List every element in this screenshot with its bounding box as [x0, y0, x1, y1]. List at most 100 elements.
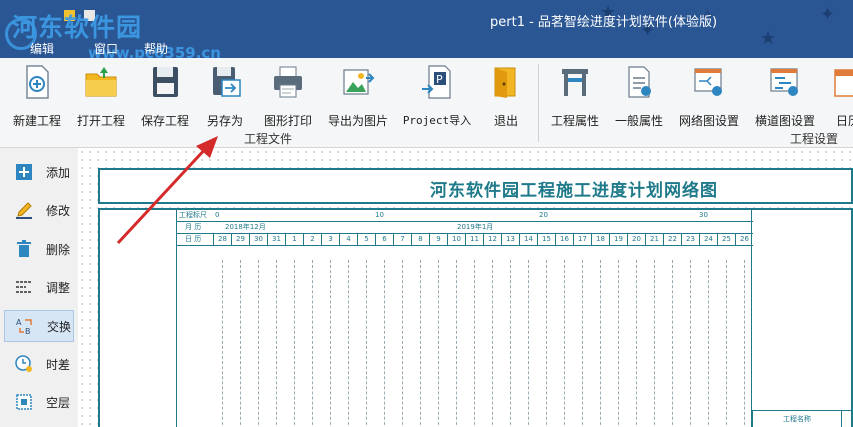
day-cell: 7: [393, 234, 411, 246]
day-grid-line: [690, 260, 691, 427]
side-toolbar: 添加 修改 删除 调整 A B 交换 时差 空层: [0, 148, 78, 427]
open-project-button[interactable]: 打开工程: [74, 64, 128, 128]
month-row: 月 历 2018年12月 2019年1月: [177, 222, 753, 234]
chart-title-box: 河东软件园工程施工进度计划网络图: [98, 168, 853, 204]
day-cell: 28: [213, 234, 231, 246]
day-grid-line: [582, 260, 583, 427]
chart-title: 河东软件园工程施工进度计划网络图: [430, 181, 718, 201]
pencil-icon: [16, 202, 32, 219]
network-settings-button[interactable]: 网络图设置: [676, 64, 742, 128]
export-image-icon: [343, 69, 375, 95]
menu-help[interactable]: 帮助: [136, 40, 176, 58]
day-grid-line: [528, 260, 529, 427]
day-cell: 4: [339, 234, 357, 246]
tool-edit-label: 修改: [46, 203, 71, 218]
tool-add[interactable]: 添加: [4, 156, 74, 188]
project-properties-button[interactable]: 工程属性: [548, 64, 602, 128]
open-project-label: 打开工程: [76, 114, 125, 128]
project-import-label: Project导入: [402, 114, 472, 127]
month-row-label: 月 历: [185, 223, 202, 231]
open-folder-icon: [85, 67, 117, 97]
day-cell: 23: [681, 234, 699, 246]
timeline-area: 工程标尺 0 10 20 30 月 历 2018年12月 2019年1月 日 历…: [176, 210, 753, 427]
print-button[interactable]: 图形打印: [260, 64, 316, 128]
day-row-label: 日 历: [185, 235, 202, 243]
gantt-settings-button[interactable]: 横道图设置: [752, 64, 818, 128]
network-chart-frame: 工程标尺 0 10 20 30 月 历 2018年12月 2019年1月 日 历…: [98, 208, 853, 427]
project-properties-icon: [562, 69, 588, 96]
file-group-label: 工程文件: [244, 132, 293, 146]
day-grid-line: [240, 260, 241, 427]
network-settings-icon: [694, 68, 722, 96]
day-cell: 12: [483, 234, 501, 246]
tool-delete-label: 删除: [46, 242, 71, 257]
general-properties-button[interactable]: 一般属性: [612, 64, 666, 128]
calendar-button[interactable]: 日历: [828, 64, 853, 128]
scale-row: 工程标尺 0 10 20 30: [177, 210, 753, 222]
day-grid-line: [510, 260, 511, 427]
project-import-icon: P: [422, 65, 451, 99]
save-project-button[interactable]: 保存工程: [138, 64, 192, 128]
day-cell: 17: [573, 234, 591, 246]
tool-empty-layer-label: 空层: [46, 395, 71, 410]
window-title: pert1 - 品茗智绘进度计划软件(体验版): [490, 15, 718, 30]
project-import-button[interactable]: P Project导入: [400, 64, 474, 127]
save-as-icon: [213, 67, 241, 97]
exit-label: 退出: [493, 114, 518, 128]
general-properties-icon: [628, 66, 651, 98]
ribbon-separator: [538, 64, 539, 142]
star-decoration: ✦: [820, 4, 836, 25]
title-bar: ★ ✦ ✧ ★ ✦ 河东软件园 www.pc0359.cn pert1 - 品茗…: [0, 0, 853, 58]
scale-mark: 0: [215, 211, 220, 219]
day-grid-line: [654, 260, 655, 427]
tool-adjust[interactable]: 调整: [4, 271, 74, 303]
day-cell: 19: [609, 234, 627, 246]
watermark-text: 河东软件园: [12, 13, 143, 42]
day-cell: 13: [501, 234, 519, 246]
svg-text:A: A: [16, 318, 22, 327]
day-cell: 11: [465, 234, 483, 246]
tool-empty-layer[interactable]: 空层: [4, 386, 74, 418]
day-grid-line: [312, 260, 313, 427]
calendar-icon: [834, 69, 853, 97]
save-as-button[interactable]: 另存为: [202, 64, 248, 128]
new-file-icon: [26, 65, 49, 99]
day-cell: 29: [231, 234, 249, 246]
tool-delete[interactable]: 删除: [4, 233, 74, 265]
general-properties-label: 一般属性: [614, 114, 663, 128]
plus-icon: [16, 164, 32, 180]
day-cell: 26: [735, 234, 753, 246]
gantt-settings-label: 横道图设置: [754, 114, 815, 128]
day-grid-line: [546, 260, 547, 427]
day-cell: 5: [357, 234, 375, 246]
day-cell: 20: [627, 234, 645, 246]
day-grid-line: [348, 260, 349, 427]
day-grid-line: [564, 260, 565, 427]
exit-button[interactable]: 退出: [484, 64, 528, 128]
drawing-canvas[interactable]: 河东软件园工程施工进度计划网络图 工程标尺 0 10 20 30 月 历 201…: [78, 148, 853, 427]
day-cell: 24: [699, 234, 717, 246]
day-grid-line: [258, 260, 259, 427]
tool-edit[interactable]: 修改: [4, 194, 74, 226]
export-image-label: 导出为图片: [327, 114, 388, 128]
day-cell: 16: [555, 234, 573, 246]
day-grid-line: [474, 260, 475, 427]
tool-add-label: 添加: [46, 165, 71, 180]
tool-float[interactable]: 时差: [4, 348, 74, 380]
day-grid-line: [456, 260, 457, 427]
day-grid-line: [438, 260, 439, 427]
scale-mark: 10: [375, 211, 384, 219]
menu-window[interactable]: 窗口: [86, 40, 126, 58]
menu-edit[interactable]: 编辑: [22, 40, 62, 58]
empty-layer-icon: [16, 394, 32, 410]
day-cell: 6: [375, 234, 393, 246]
save-project-label: 保存工程: [140, 114, 189, 128]
print-label: 图形打印: [263, 114, 312, 128]
day-grid-line: [600, 260, 601, 427]
new-project-button[interactable]: 新建工程: [10, 64, 64, 128]
day-grid-line: [294, 260, 295, 427]
day-cell: 25: [717, 234, 735, 246]
export-image-button[interactable]: 导出为图片: [326, 64, 390, 128]
tool-swap[interactable]: A B 交换: [4, 310, 74, 342]
trash-icon: [17, 240, 31, 257]
